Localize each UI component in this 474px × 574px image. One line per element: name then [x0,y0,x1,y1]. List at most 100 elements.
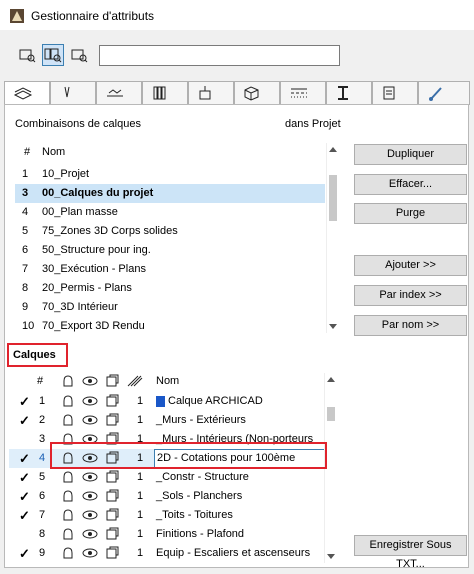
layer-row[interactable]: ✓ 1 1 Calque ARCHICAD [9,392,323,411]
wireframe-column-icon [106,374,119,387]
combinations-context: dans Projet [285,118,341,130]
combination-row[interactable]: 9 70_3D Intérieur [15,298,325,317]
combination-row[interactable]: 5 75_Zones 3D Corps solides [15,222,325,241]
eye-icon[interactable] [82,394,98,408]
layer-pen-number[interactable]: 1 [137,506,143,525]
scroll-up-icon[interactable] [329,147,337,152]
tab-lines[interactable] [280,81,326,105]
search-input[interactable] [99,45,340,66]
combination-row-name: 30_Exécution - Plans [42,263,146,275]
layer-visibility-checkmark[interactable]: ✓ [19,468,30,487]
wireframe-icon[interactable] [105,489,119,503]
layer-pen-number[interactable]: 1 [137,411,143,430]
layer-row[interactable]: ✓ 5 1 _Constr - Structure [9,468,323,487]
list-view-selected-button[interactable] [42,44,64,66]
list-view-button[interactable] [16,44,38,66]
lock-icon[interactable] [61,413,75,427]
eye-icon[interactable] [82,527,98,541]
layer-row[interactable]: ✓ 7 1 _Toits - Toitures [9,506,323,525]
lock-icon[interactable] [61,489,75,503]
brush-icon [429,87,442,101]
lock-icon[interactable] [61,470,75,484]
lock-icon[interactable] [61,508,75,522]
eye-icon[interactable] [82,413,98,427]
layer-visibility-checkmark[interactable]: ✓ [19,506,30,525]
dupliquer-button[interactable]: Dupliquer [354,144,467,165]
purge-button[interactable]: Purge [354,203,467,224]
layer-name: _Constr - Structure [156,471,249,483]
effacer-button[interactable]: Effacer... [354,174,467,195]
par-index-button[interactable]: Par index >> [354,285,467,306]
paint-bucket-icon [199,86,211,100]
wireframe-icon[interactable] [105,527,119,541]
tab-surfaces[interactable] [188,81,234,105]
combination-row-number: 5 [22,225,29,237]
combination-row[interactable]: 10 70_Export 3D Rendu [15,317,325,336]
layer-pen-number[interactable]: 1 [137,544,143,563]
fill-icon [107,89,123,97]
lock-column-icon [63,375,73,387]
combinations-list[interactable]: # Nom 1 10_Projet 3 00_Calques du projet 4 00… [15,143,325,333]
archicad-layer-icon [156,396,165,407]
combination-row[interactable]: 3 00_Calques du projet [15,184,325,203]
enregistrer-txt-button[interactable]: Enregistrer Sous TXT... [354,535,467,570]
layer-name: _Toits - Toitures [156,509,233,521]
list-view-icon [19,49,36,63]
line-types-icon [291,88,307,98]
layer-row-number: 6 [39,490,46,502]
combinations-scrollbar[interactable] [326,143,339,333]
attribute-tabs [4,81,470,107]
composite-icon [153,86,166,100]
tab-pens[interactable] [50,81,96,105]
par-nom-button[interactable]: Par nom >> [354,315,467,336]
layers-scroll-down-icon[interactable] [327,554,335,559]
wireframe-icon[interactable] [105,508,119,522]
lock-icon[interactable] [61,394,75,408]
layers-scroll-up-icon[interactable] [327,377,335,382]
wireframe-icon[interactable] [105,546,119,560]
layer-row[interactable]: 8 1 Finitions - Plafond [9,525,323,544]
combination-row[interactable]: 4 00_Plan masse [15,203,325,222]
scroll-down-icon[interactable] [329,324,337,329]
tab-zones[interactable] [372,81,418,105]
eye-icon[interactable] [82,470,98,484]
layer-pen-number[interactable]: 1 [137,525,143,544]
tab-building-materials[interactable] [234,81,280,105]
layer-visibility-checkmark[interactable]: ✓ [19,392,30,411]
wireframe-icon[interactable] [105,394,119,408]
eye-icon[interactable] [82,489,98,503]
eye-icon[interactable] [82,508,98,522]
tab-mep[interactable] [418,81,470,105]
wireframe-icon[interactable] [105,413,119,427]
wireframe-icon[interactable] [105,470,119,484]
layer-pen-number[interactable]: 1 [137,487,143,506]
combination-row[interactable]: 1 10_Projet [15,165,325,184]
lock-icon[interactable] [61,527,75,541]
layer-row[interactable]: ✓ 6 1 _Sols - Planchers [9,487,323,506]
combination-row-number: 9 [22,301,29,313]
layer-visibility-checkmark[interactable]: ✓ [19,544,30,563]
lock-icon[interactable] [61,546,75,560]
scroll-thumb[interactable] [329,175,337,221]
column-header-number: # [24,146,31,158]
layer-pen-number[interactable]: 1 [137,468,143,487]
layer-row[interactable]: ✓ 9 1 Equip - Escaliers et ascenseurs [9,544,323,563]
combination-row[interactable]: 7 30_Exécution - Plans [15,260,325,279]
preview-view-button[interactable] [68,44,90,66]
eye-icon[interactable] [82,546,98,560]
combination-row-name: 00_Calques du projet [42,187,154,199]
layers-scroll-thumb[interactable] [327,407,335,421]
layer-row[interactable]: ✓ 2 1 _Murs - Extérieurs [9,411,323,430]
tab-profiles[interactable] [326,81,372,105]
eye-column-icon [82,376,98,386]
combination-row[interactable]: 8 20_Permis - Plans [15,279,325,298]
layer-visibility-checkmark[interactable]: ✓ [19,487,30,506]
ajouter-button[interactable]: Ajouter >> [354,255,467,276]
tab-fills[interactable] [96,81,142,105]
layer-row-number: 9 [39,547,46,559]
layer-pen-number[interactable]: 1 [137,392,143,411]
layer-visibility-checkmark[interactable]: ✓ [19,449,30,468]
layer-visibility-checkmark[interactable]: ✓ [19,411,30,430]
tab-composites[interactable] [142,81,188,105]
combination-row[interactable]: 6 50_Structure pour ing. [15,241,325,260]
